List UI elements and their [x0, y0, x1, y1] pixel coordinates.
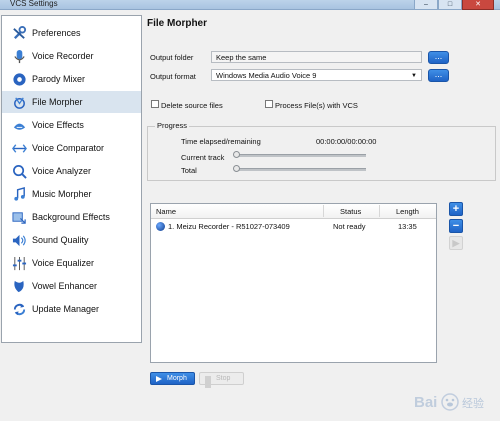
vowel-enhancer-icon [14, 280, 24, 293]
progress-legend: Progress [155, 121, 190, 130]
morph-button-label: Morph [167, 375, 187, 382]
column-divider [323, 205, 324, 217]
title-bar: VCS Settings – □ ✕ [0, 0, 500, 10]
speaker-icon [12, 234, 26, 247]
minimize-button[interactable]: – [414, 0, 438, 10]
sidebar-item-voice-comparator[interactable]: Voice Comparator [2, 137, 141, 159]
remove-file-button[interactable]: − [449, 219, 463, 233]
column-name[interactable]: Name [156, 207, 176, 216]
sidebar-item-voice-effects[interactable]: Voice Effects [2, 114, 141, 136]
process-vcs-checkbox[interactable] [265, 100, 273, 108]
output-format-select[interactable]: Windows Media Audio Voice 9 ▼ [211, 69, 422, 81]
time-elapsed-value: 00:00:00/00:00:00 [316, 137, 377, 146]
close-button[interactable]: ✕ [462, 0, 494, 10]
mixer-icon [13, 73, 26, 86]
current-track-thumb[interactable] [233, 151, 240, 158]
sidebar-item-voice-recorder[interactable]: Voice Recorder [2, 45, 141, 67]
voice-effects-icon [13, 123, 26, 130]
sidebar-item-label: Background Effects [32, 212, 110, 222]
file-list[interactable]: Name Status Length 1. Meizu Recorder - R… [150, 203, 437, 363]
sidebar-item-label: Voice Equalizer [32, 258, 95, 268]
browse-folder-button[interactable]: ... [428, 51, 449, 64]
music-note-icon [14, 187, 25, 201]
audio-file-icon [156, 222, 165, 231]
file-morpher-icon [14, 97, 25, 109]
sidebar-item-sound-quality[interactable]: Sound Quality [2, 229, 141, 251]
add-file-button[interactable]: + [449, 202, 463, 216]
sidebar-item-update-manager[interactable]: Update Manager [2, 298, 141, 320]
output-folder-label: Output folder [150, 53, 194, 62]
output-folder-field[interactable]: Keep the same [211, 51, 422, 63]
wrench-icon [13, 26, 27, 40]
sidebar-item-vowel-enhancer[interactable]: Vowel Enhancer [2, 275, 141, 297]
chevron-down-icon: ▼ [411, 73, 417, 79]
total-label: Total [181, 166, 197, 175]
sidebar-item-label: Update Manager [32, 304, 100, 314]
watermark-text: 经验 [462, 398, 484, 410]
microphone-icon [14, 49, 25, 64]
update-icon [13, 303, 26, 316]
sidebar-item-background-effects[interactable]: Background Effects [2, 206, 141, 228]
delete-source-checkbox[interactable] [151, 100, 159, 108]
play-icon [156, 376, 162, 382]
column-divider [379, 205, 380, 217]
sidebar-item-label: Sound Quality [32, 235, 89, 245]
background-effects-icon [12, 212, 26, 224]
sidebar-item-preferences[interactable]: Preferences [2, 22, 141, 44]
svg-text:Bai: Bai [414, 394, 437, 411]
delete-source-label: Delete source files [161, 101, 223, 110]
maximize-button[interactable]: □ [438, 0, 462, 10]
morph-button[interactable]: Morph [150, 372, 195, 385]
comparator-icon [12, 144, 27, 153]
sidebar-item-label: Voice Recorder [32, 51, 94, 61]
baidu-watermark: Bai 经验 [412, 391, 490, 413]
stop-button[interactable]: Stop [199, 372, 244, 388]
sidebar: Preferences Voice Recorder Parody Mixer … [1, 15, 142, 343]
table-row[interactable]: 1. Meizu Recorder - R51027-073409 Not re… [151, 220, 436, 234]
equalizer-icon [12, 256, 27, 271]
sidebar-item-parody-mixer[interactable]: Parody Mixer [2, 68, 141, 90]
analyzer-icon [13, 165, 27, 179]
sidebar-item-label: Preferences [32, 28, 81, 38]
file-list-header: Name Status Length [151, 204, 436, 219]
page-title: File Morpher [147, 18, 208, 29]
output-format-value: Windows Media Audio Voice 9 [216, 71, 317, 80]
column-status[interactable]: Status [340, 207, 361, 216]
current-track-label: Current track [181, 153, 225, 162]
sidebar-item-label: File Morpher [32, 97, 83, 107]
file-status: Not ready [333, 222, 366, 231]
file-length: 13:35 [398, 222, 417, 231]
sidebar-item-label: Voice Comparator [32, 143, 105, 153]
sidebar-item-label: Vowel Enhancer [32, 281, 98, 291]
play-file-button[interactable]: ▶ [449, 236, 463, 250]
format-options-button[interactable]: ... [428, 69, 449, 82]
sidebar-item-label: Parody Mixer [32, 74, 86, 84]
current-track-progress [236, 154, 366, 157]
sidebar-item-label: Voice Analyzer [32, 166, 92, 176]
stop-button-label: Stop [216, 375, 231, 382]
file-name: 1. Meizu Recorder - R51027-073409 [168, 222, 290, 231]
sidebar-item-voice-equalizer[interactable]: Voice Equalizer [2, 252, 141, 274]
sidebar-item-music-morpher[interactable]: Music Morpher [2, 183, 141, 205]
output-format-label: Output format [150, 72, 196, 81]
sidebar-item-label: Voice Effects [32, 120, 84, 130]
total-progress [236, 168, 366, 171]
column-length[interactable]: Length [396, 207, 419, 216]
process-vcs-label: Process File(s) with VCS [275, 101, 358, 110]
time-elapsed-label: Time elapsed/remaining [181, 137, 261, 146]
sidebar-item-voice-analyzer[interactable]: Voice Analyzer [2, 160, 141, 182]
sidebar-item-label: Music Morpher [32, 189, 92, 199]
sidebar-item-file-morpher[interactable]: File Morpher [2, 91, 141, 113]
window-title: VCS Settings [10, 0, 58, 8]
window-controls: – □ ✕ [414, 0, 494, 10]
stop-icon [205, 376, 211, 388]
total-thumb[interactable] [233, 165, 240, 172]
